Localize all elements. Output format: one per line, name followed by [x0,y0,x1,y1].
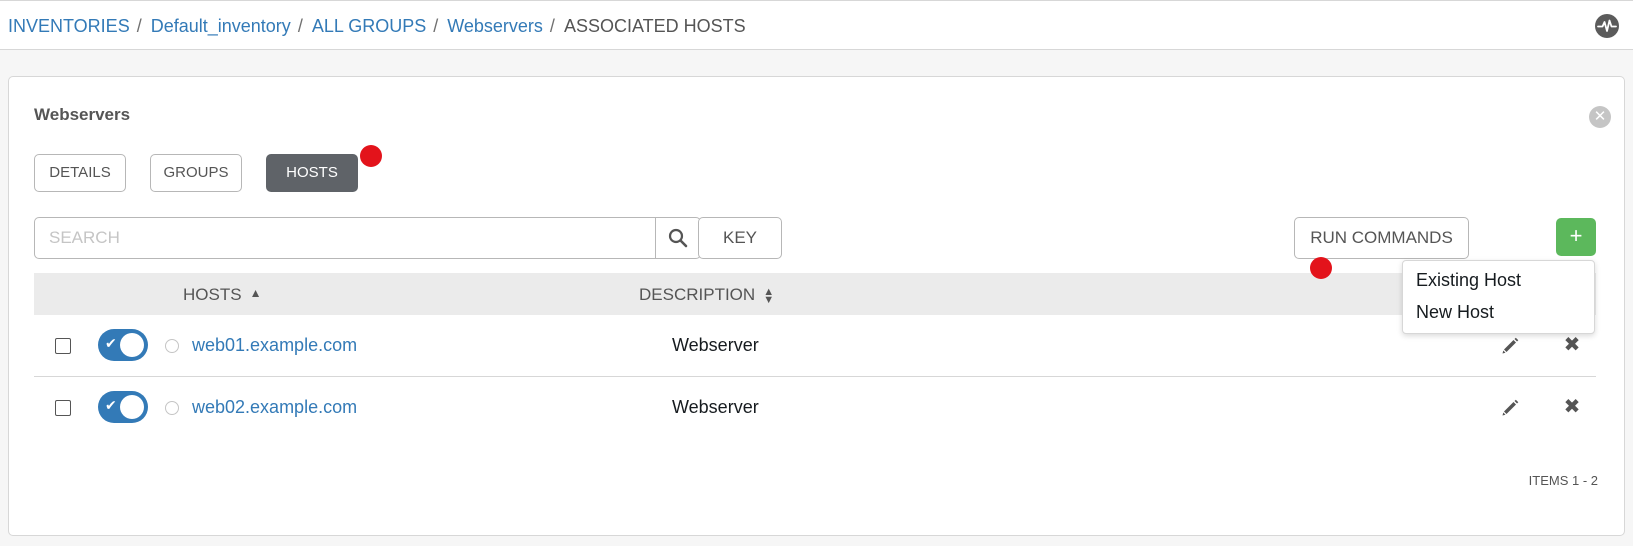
host-enabled-toggle[interactable]: ✔ [98,329,148,361]
host-status-icon [165,339,179,353]
items-count: ITEMS 1 - 2 [1528,473,1598,488]
edit-pencil-svg [1502,337,1519,354]
check-icon: ✔ [105,335,117,351]
sort-both-icon: ▲ ▼ [763,285,775,306]
edit-pencil-svg [1502,399,1519,416]
tab-details[interactable]: DETAILS [34,154,126,192]
row-checkbox[interactable] [55,338,71,354]
click-marker [360,145,382,167]
menu-item-existing-host[interactable]: Existing Host [1416,270,1521,291]
breadcrumb-separator: / [549,16,555,36]
menu-item-new-host[interactable]: New Host [1416,302,1494,323]
host-status-icon [165,401,179,415]
pencil-icon[interactable] [1499,397,1521,419]
breadcrumb-separator: / [297,16,303,36]
host-description: Webserver [672,335,759,355]
add-button[interactable]: + [1556,218,1596,256]
click-marker [1310,257,1332,279]
delete-icon[interactable]: ✖ [1561,334,1583,356]
tab-hosts[interactable]: HOSTS [266,154,358,192]
close-icon[interactable]: ✕ [1589,106,1611,128]
activity-stream-icon[interactable] [1595,14,1619,38]
sort-ascending-icon: ▲ [249,286,262,300]
add-host-menu: Existing Host New Host [1402,260,1595,334]
search-button[interactable] [655,218,700,258]
breadcrumb-default-inventory[interactable]: Default_inventory [151,16,291,36]
breadcrumb-all-groups[interactable]: ALL GROUPS [312,16,426,36]
search-input[interactable] [35,218,655,258]
pencil-icon[interactable] [1499,335,1521,357]
search-icon [668,228,688,248]
search-box [34,217,701,259]
row-checkbox[interactable] [55,400,71,416]
breadcrumb-separator: / [433,16,439,36]
breadcrumb-current: ASSOCIATED HOSTS [563,16,746,36]
table-row: ✔ web02.example.com Webserver ✖ [34,377,1596,439]
toggle-knob [120,333,144,357]
pulse-icon [1597,19,1617,32]
tab-groups[interactable]: GROUPS [150,154,242,192]
column-description[interactable]: DESCRIPTION ▲ ▼ [639,285,774,305]
host-enabled-toggle[interactable]: ✔ [98,391,148,423]
check-icon: ✔ [105,397,117,413]
breadcrumb-separator: / [136,16,142,36]
hosts-panel: Webservers ✕ DETAILS GROUPS HOSTS KEY RU… [8,76,1625,536]
host-description: Webserver [672,397,759,417]
host-name-link[interactable]: web01.example.com [192,335,357,356]
key-button[interactable]: KEY [698,217,782,259]
panel-title: Webservers [34,105,131,124]
column-description-label: DESCRIPTION [639,285,756,304]
table-row: ✔ web01.example.com Webserver ✖ [34,315,1596,377]
table-header: HOSTS ▲ DESCRIPTION ▲ ▼ [34,273,1596,315]
breadcrumb-inventories[interactable]: INVENTORIES [8,16,130,36]
delete-icon[interactable]: ✖ [1561,396,1583,418]
column-hosts-label: HOSTS [183,285,242,304]
host-name-link[interactable]: web02.example.com [192,397,357,418]
breadcrumb: INVENTORIES / Default_inventory / ALL GROUPS… [8,16,746,37]
column-hosts[interactable]: HOSTS ▲ [183,285,261,305]
breadcrumb-webservers[interactable]: Webservers [447,16,543,36]
top-bar: INVENTORIES / Default_inventory / ALL GROUPS… [0,0,1633,50]
toggle-knob [120,395,144,419]
run-commands-button[interactable]: RUN COMMANDS [1294,217,1469,259]
